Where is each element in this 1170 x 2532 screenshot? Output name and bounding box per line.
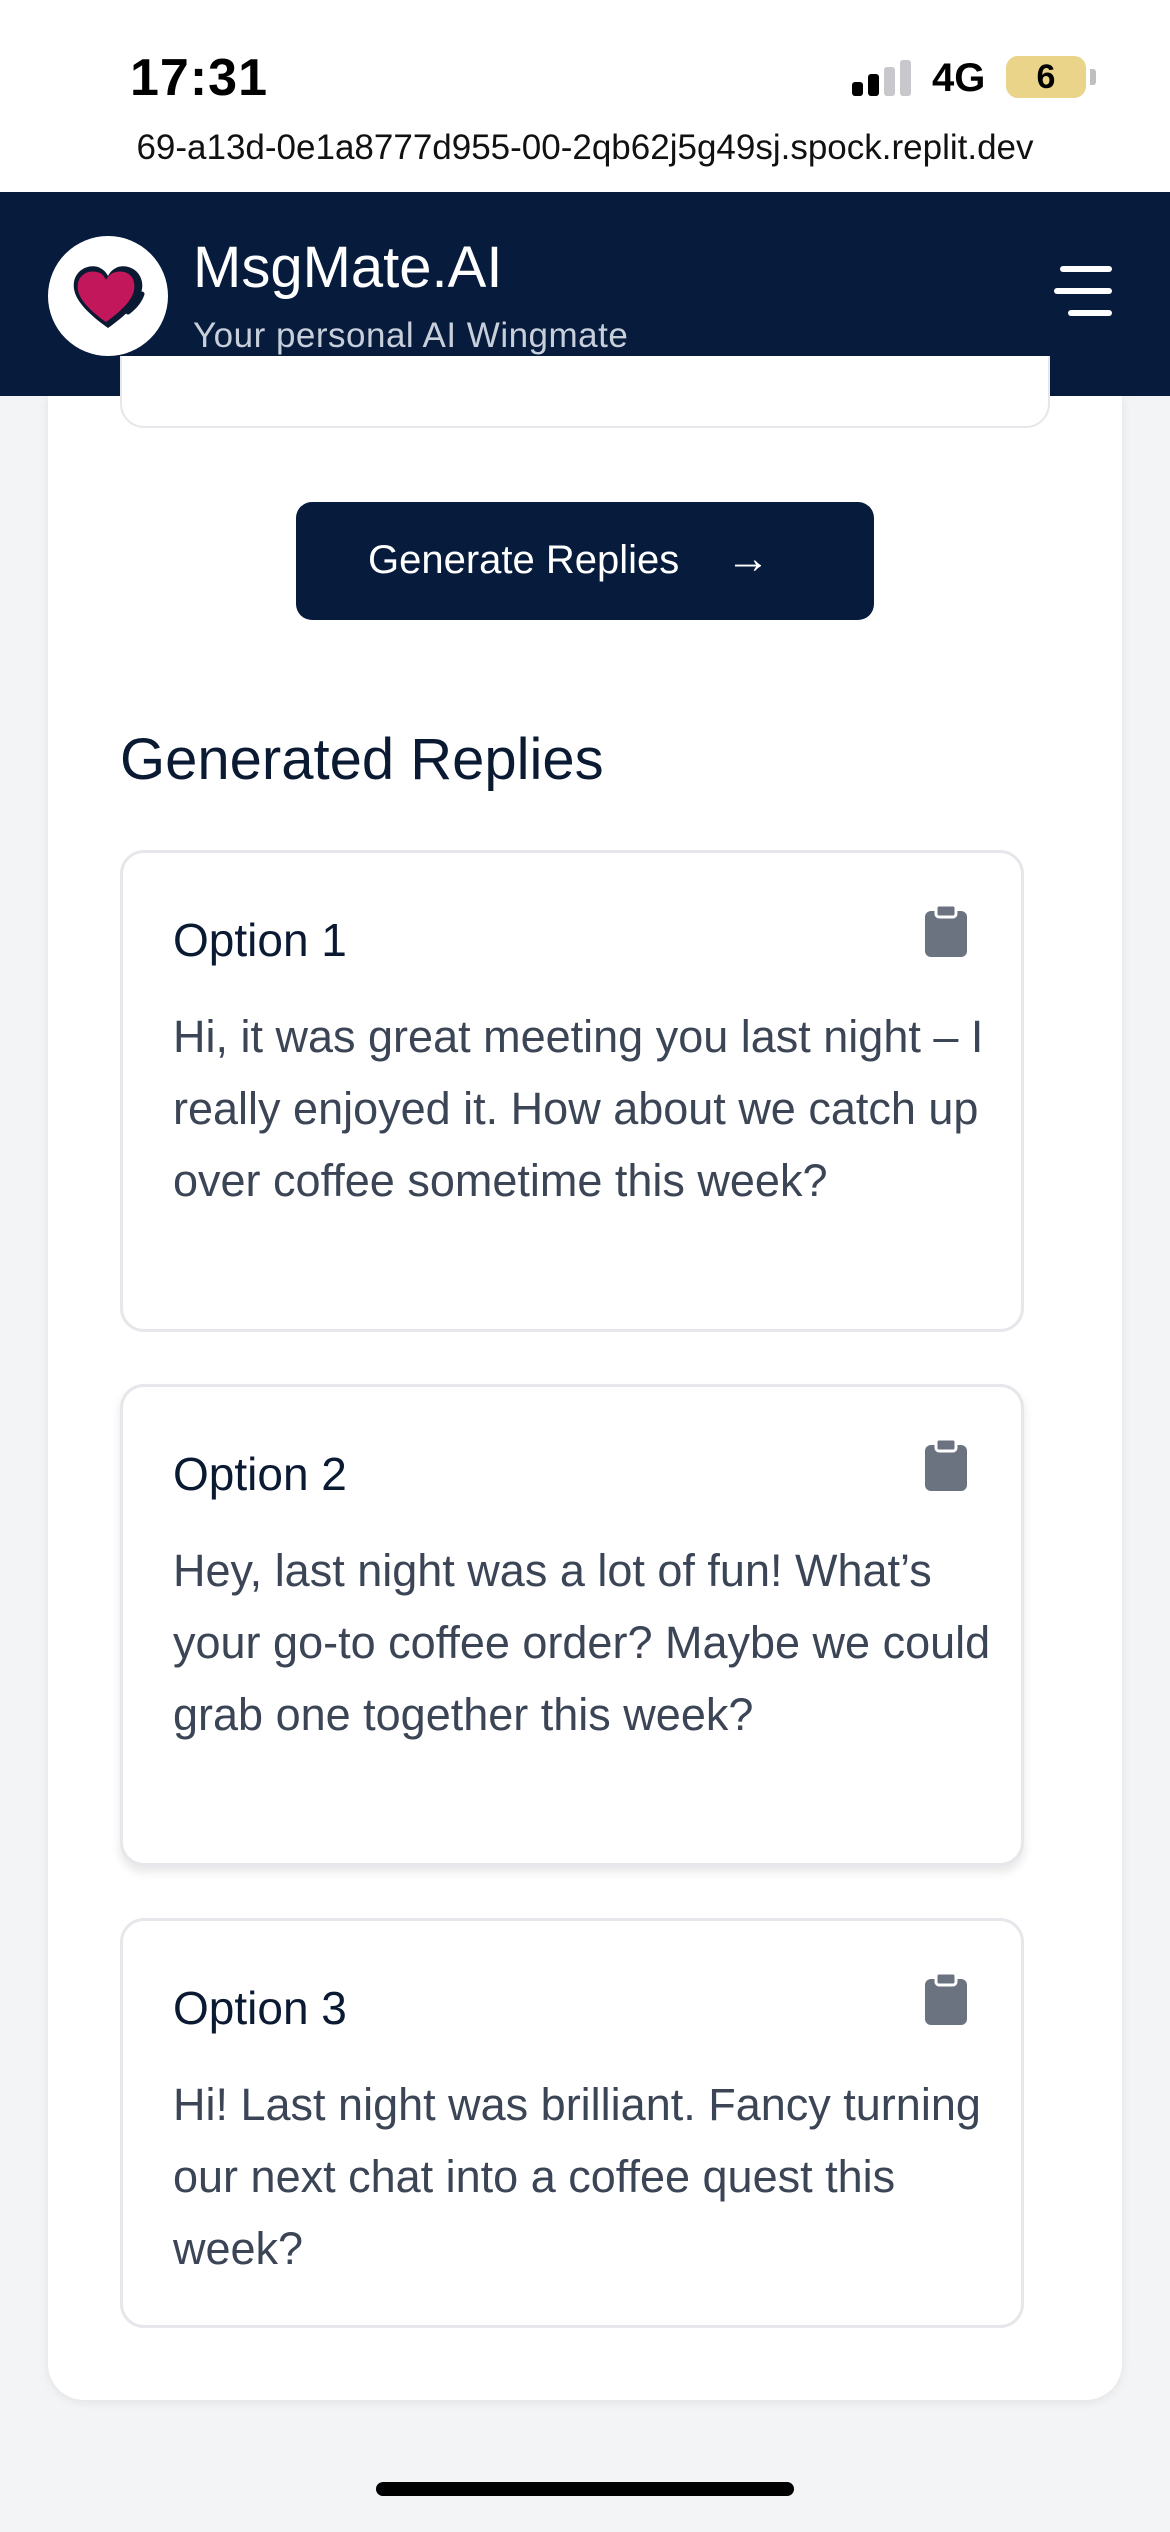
network-type: 4G xyxy=(932,56,986,100)
main-card: Generate Replies → Generated Replies Opt… xyxy=(48,356,1122,2400)
clipboard-icon[interactable] xyxy=(925,1439,967,1491)
arrow-right-icon: → xyxy=(726,534,770,583)
battery-icon: 6 xyxy=(1006,56,1096,98)
reply-option-card[interactable]: Option 1 Hi, it was great meeting you la… xyxy=(120,850,1024,1332)
reply-text: Hi! Last night was brilliant. Fancy turn… xyxy=(173,2079,981,2274)
message-input-box[interactable] xyxy=(120,356,1050,428)
option-label: Option 1 xyxy=(173,914,347,966)
home-indicator[interactable] xyxy=(376,2482,794,2496)
reply-text: Hey, last night was a lot of fun! What’s… xyxy=(173,1545,991,1740)
generate-replies-button[interactable]: Generate Replies → xyxy=(296,502,874,620)
reply-option-card[interactable]: Option 3 Hi! Last night was brilliant. F… xyxy=(120,1918,1024,2328)
clipboard-icon[interactable] xyxy=(925,1973,967,2025)
url-bar[interactable]: 69-a13d-0e1a8777d955-00-2qb62j5g49sj.spo… xyxy=(0,120,1170,192)
status-time: 17:31 xyxy=(130,49,268,107)
app-subtitle: Your personal AI Wingmate xyxy=(193,316,629,355)
heart-logo-icon xyxy=(48,236,168,356)
status-bar: 17:31 4G 6 xyxy=(0,0,1170,120)
reply-option-card[interactable]: Option 2 Hey, last night was a lot of fu… xyxy=(120,1384,1024,1866)
hamburger-menu-icon[interactable] xyxy=(1054,266,1114,318)
option-label: Option 2 xyxy=(173,1448,347,1500)
generated-replies-heading: Generated Replies xyxy=(120,727,604,792)
option-label: Option 3 xyxy=(173,1982,347,2034)
clipboard-icon[interactable] xyxy=(925,905,967,957)
generate-replies-label: Generate Replies xyxy=(368,538,680,582)
app-title: MsgMate.AI xyxy=(193,235,503,300)
cellular-signal-icon xyxy=(852,60,912,96)
reply-text: Hi, it was great meeting you last night … xyxy=(173,1011,984,1206)
battery-level: 6 xyxy=(1036,58,1056,96)
